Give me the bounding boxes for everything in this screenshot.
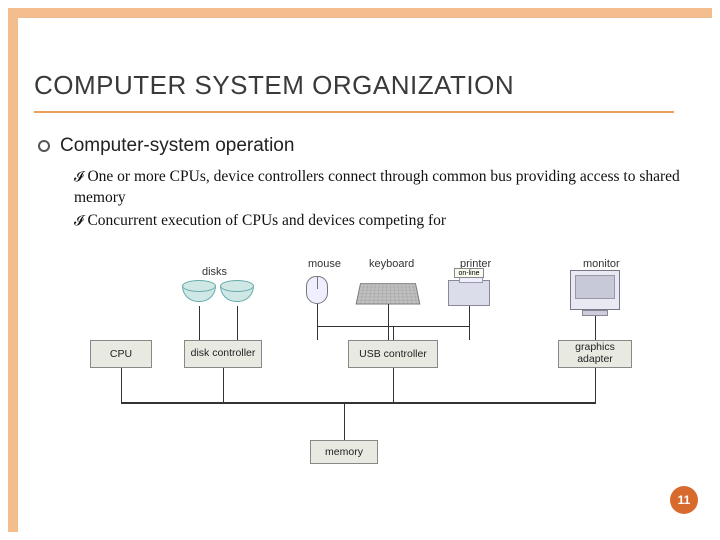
disk-icon: [220, 280, 254, 306]
wire: [393, 326, 394, 340]
page-number-badge: 11: [670, 486, 698, 514]
box-cpu: CPU: [90, 340, 152, 368]
printer-icon: [448, 280, 490, 306]
box-memory: memory: [310, 440, 378, 464]
wire: [121, 368, 122, 402]
box-usb-controller: USB controller: [348, 340, 438, 368]
hollow-circle-icon: [38, 140, 50, 152]
bullet-level1: Computer-system operation: [38, 135, 700, 157]
disk-icon: [182, 280, 216, 306]
wire: [223, 368, 224, 402]
bus-line: [121, 402, 596, 404]
bullet-level1-text: Computer-system operation: [60, 135, 294, 157]
wire: [595, 368, 596, 402]
wire: [388, 304, 389, 340]
bullet-level2-a: 𝓘One or more CPUs, device controllers co…: [74, 167, 700, 209]
wire: [237, 306, 238, 340]
mouse-icon: [306, 276, 328, 304]
wire: [199, 306, 200, 340]
box-disk-controller: disk controller: [184, 340, 262, 368]
wire: [393, 368, 394, 402]
script-bullet-icon: 𝓘: [74, 212, 83, 228]
wire: [595, 316, 596, 340]
slide-frame-top: [8, 8, 712, 18]
keyboard-icon: [356, 283, 421, 304]
wire: [317, 304, 318, 340]
script-bullet-icon: 𝓘: [74, 168, 83, 184]
label-keyboard: keyboard: [369, 258, 414, 270]
box-graphics-adapter: graphics adapter: [558, 340, 632, 368]
bullet-level2-a-text: One or more CPUs, device controllers con…: [74, 168, 680, 206]
bullet-level2-b-text: Concurrent execution of CPUs and devices…: [87, 212, 446, 229]
slide-content: COMPUTER SYSTEM ORGANIZATION Computer-sy…: [34, 70, 700, 234]
system-bus-diagram: disks mouse keyboard printer monitor on-…: [90, 270, 650, 480]
slide-frame-left: [8, 8, 18, 532]
title-underline: [34, 111, 674, 113]
wire: [344, 404, 345, 440]
label-monitor: monitor: [583, 258, 620, 270]
bullet-level2-b: 𝓘Concurrent execution of CPUs and device…: [74, 211, 700, 232]
monitor-icon: [570, 270, 620, 310]
label-online: on-line: [454, 268, 484, 278]
slide-title: COMPUTER SYSTEM ORGANIZATION: [34, 70, 700, 101]
label-mouse: mouse: [308, 258, 341, 270]
wire: [469, 306, 470, 340]
label-disks: disks: [202, 266, 227, 278]
